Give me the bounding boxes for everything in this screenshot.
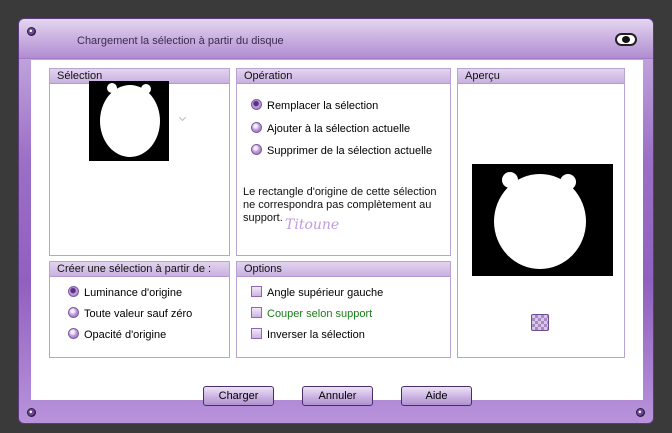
radio-source-luminance[interactable]: Luminance d'origine bbox=[68, 285, 182, 301]
radio-label: Luminance d'origine bbox=[84, 287, 183, 299]
eye-toggle-icon[interactable] bbox=[615, 33, 637, 46]
cancel-button[interactable]: Annuler bbox=[302, 386, 373, 406]
checkbox-top-left-corner[interactable]: Angle supérieur gauche bbox=[251, 285, 383, 301]
radio-label: Remplacer la sélection bbox=[267, 100, 379, 112]
chevron-down-icon[interactable] bbox=[178, 113, 187, 122]
radio-on-icon[interactable] bbox=[68, 286, 79, 297]
info-message: Le rectangle d'origine de cette sélectio… bbox=[243, 186, 437, 224]
checkbox-label: Inverser la sélection bbox=[267, 329, 365, 341]
preview-image bbox=[472, 164, 613, 276]
signature-watermark: Titoune bbox=[285, 217, 340, 233]
checkbox-invert-selection[interactable]: Inverser la sélection bbox=[251, 327, 365, 343]
radio-non-zero[interactable]: Toute valeur sauf zéro bbox=[68, 306, 192, 322]
radio-off-icon[interactable] bbox=[68, 328, 79, 339]
radio-label: Opacité d'origine bbox=[84, 329, 167, 341]
checker-preview-icon[interactable] bbox=[531, 314, 549, 331]
radio-label: Toute valeur sauf zéro bbox=[84, 308, 193, 320]
checkbox-label: Angle supérieur gauche bbox=[267, 287, 384, 299]
dialog-body: Sélection Opération Remplacer la sélecti… bbox=[31, 60, 643, 406]
radio-on-icon[interactable] bbox=[251, 99, 262, 110]
checkbox-crop-to-canvas[interactable]: Couper selon support bbox=[251, 306, 372, 322]
corner-rivet-icon bbox=[636, 408, 645, 417]
radio-off-icon[interactable] bbox=[251, 144, 262, 155]
selection-thumbnail bbox=[89, 81, 169, 161]
operation-group: Opération Remplacer la sélection Ajouter… bbox=[236, 68, 451, 256]
create-group-title: Créer une sélection à partir de : bbox=[50, 262, 229, 277]
corner-rivet-icon bbox=[27, 408, 36, 417]
title-bar[interactable]: Chargement la sélection à partir du disq… bbox=[19, 19, 653, 59]
radio-source-opacity[interactable]: Opacité d'origine bbox=[68, 327, 166, 343]
help-button[interactable]: Aide bbox=[401, 386, 472, 406]
radio-add-selection[interactable]: Ajouter à la sélection actuelle bbox=[251, 121, 410, 137]
preview-group-title: Aperçu bbox=[458, 69, 624, 84]
radio-label: Ajouter à la sélection actuelle bbox=[267, 123, 411, 135]
selection-group: Sélection bbox=[49, 68, 230, 256]
radio-off-icon[interactable] bbox=[68, 307, 79, 318]
radio-subtract-selection[interactable]: Supprimer de la sélection actuelle bbox=[251, 143, 432, 159]
checkbox-label: Couper selon support bbox=[267, 308, 373, 320]
create-selection-group: Créer une sélection à partir de : Lumina… bbox=[49, 261, 230, 358]
radio-off-icon[interactable] bbox=[251, 122, 262, 133]
preview-group: Aperçu bbox=[457, 68, 625, 358]
dialog-title: Chargement la sélection à partir du disq… bbox=[77, 35, 284, 47]
checkbox-icon[interactable] bbox=[251, 286, 262, 297]
options-group: Options Angle supérieur gauche Couper se… bbox=[236, 261, 451, 358]
options-group-title: Options bbox=[237, 262, 450, 277]
operation-group-title: Opération bbox=[237, 69, 450, 84]
radio-replace-selection[interactable]: Remplacer la sélection bbox=[251, 98, 378, 114]
radio-label: Supprimer de la sélection actuelle bbox=[267, 145, 433, 157]
load-button[interactable]: Charger bbox=[203, 386, 274, 406]
corner-rivet-icon bbox=[27, 27, 36, 36]
load-selection-dialog: Chargement la sélection à partir du disq… bbox=[18, 18, 654, 424]
checkbox-icon[interactable] bbox=[251, 328, 262, 339]
checkbox-icon[interactable] bbox=[251, 307, 262, 318]
